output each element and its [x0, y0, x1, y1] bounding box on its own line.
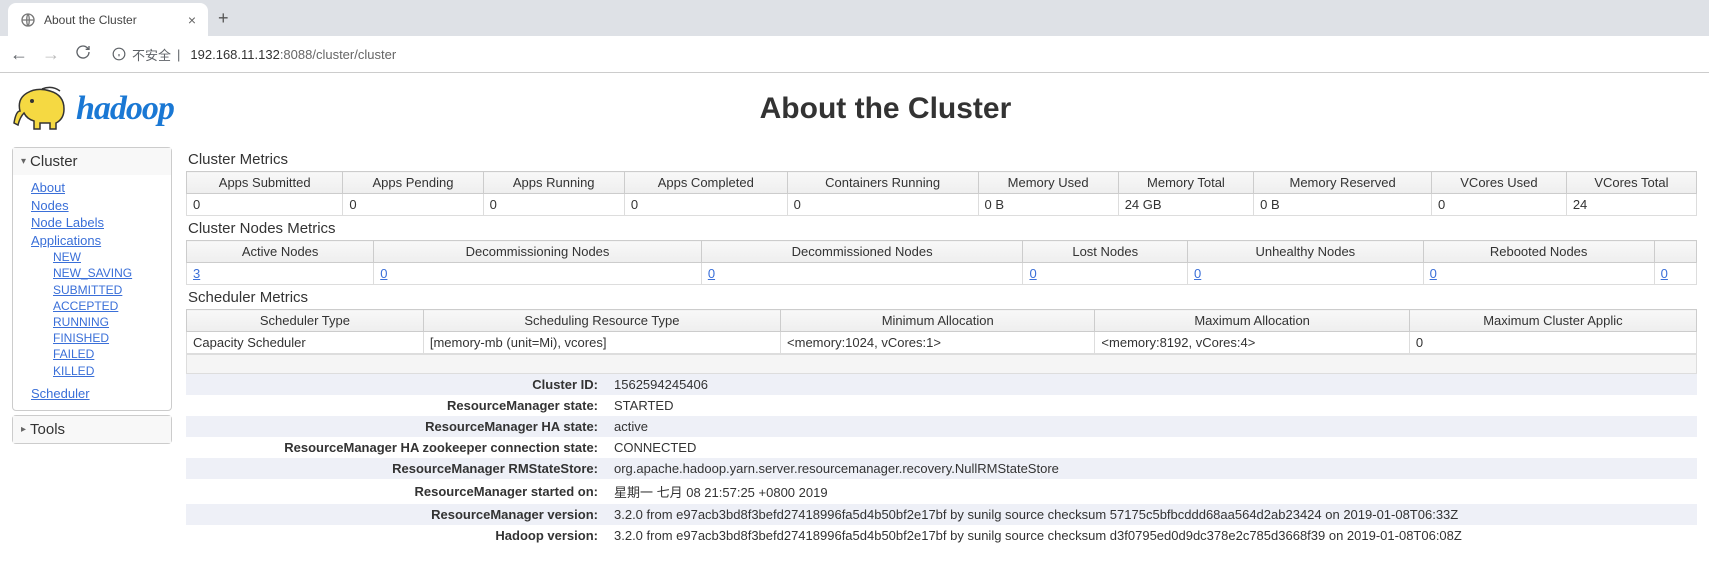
col-vcores-total[interactable]: VCores Total [1566, 172, 1696, 194]
col-vcores-used[interactable]: VCores Used [1432, 172, 1567, 194]
hadoop-logo[interactable]: hadoop [12, 81, 174, 137]
page-body: hadoop About the Cluster ▾ Cluster About… [0, 73, 1709, 554]
url-field[interactable]: 不安全 | 192.168.11.132:8088/cluster/cluste… [106, 45, 1699, 64]
col-rebooted-nodes[interactable]: Rebooted Nodes [1423, 241, 1654, 263]
table-row: 0 0 0 0 0 0 B 24 GB 0 B 0 24 [187, 194, 1697, 216]
sidebar-item-finished[interactable]: FINISHED [53, 330, 161, 346]
cluster-info-table: Cluster ID:1562594245406 ResourceManager… [186, 374, 1697, 546]
col-apps-completed[interactable]: Apps Completed [624, 172, 787, 194]
decommissioning-link[interactable]: 0 [380, 266, 387, 281]
rebooted-nodes-link[interactable]: 0 [1430, 266, 1437, 281]
sidebar-item-node-labels[interactable]: Node Labels [31, 214, 161, 232]
chevron-down-icon: ▾ [21, 156, 26, 167]
chevron-right-icon: ▸ [21, 424, 26, 435]
close-icon[interactable]: × [188, 12, 196, 28]
col-max-cluster-app[interactable]: Maximum Cluster Applic [1409, 310, 1696, 332]
browser-tab[interactable]: About the Cluster × [8, 3, 208, 37]
globe-icon [20, 12, 36, 28]
extra-link[interactable]: 0 [1661, 266, 1668, 281]
cluster-metrics-table: Apps Submitted Apps Pending Apps Running… [186, 171, 1697, 216]
sidebar-app-states: NEW NEW_SAVING SUBMITTED ACCEPTED RUNNIN… [31, 249, 161, 379]
sidebar-item-applications[interactable]: Applications [31, 232, 161, 250]
sidebar-item-scheduler[interactable]: Scheduler [31, 385, 161, 403]
url-text: 192.168.11.132:8088/cluster/cluster [190, 47, 396, 62]
info-row: ResourceManager started on:星期一 七月 08 21:… [186, 479, 1697, 504]
col-memory-total[interactable]: Memory Total [1118, 172, 1253, 194]
sidebar: ▾ Cluster About Nodes Node Labels Applic… [12, 147, 172, 546]
col-apps-running[interactable]: Apps Running [483, 172, 624, 194]
info-row: ResourceManager HA state:active [186, 416, 1697, 437]
page-header: hadoop About the Cluster [12, 81, 1697, 137]
sidebar-cluster-body: About Nodes Node Labels Applications NEW… [13, 175, 171, 410]
col-memory-reserved[interactable]: Memory Reserved [1254, 172, 1432, 194]
sidebar-cluster-header[interactable]: ▾ Cluster [13, 148, 171, 175]
unhealthy-nodes-link[interactable]: 0 [1194, 266, 1201, 281]
info-row: Hadoop version:3.2.0 from e97acb3bd8f3be… [186, 525, 1697, 546]
sidebar-cluster-section: ▾ Cluster About Nodes Node Labels Applic… [12, 147, 172, 411]
col-memory-used[interactable]: Memory Used [978, 172, 1118, 194]
forward-button[interactable]: → [42, 44, 60, 65]
col-active-nodes[interactable]: Active Nodes [187, 241, 374, 263]
col-extra[interactable] [1654, 241, 1696, 263]
main-area: Cluster Metrics Apps Submitted Apps Pend… [186, 147, 1697, 546]
sidebar-item-new[interactable]: NEW [53, 249, 161, 265]
address-bar: ← → 不安全 | 192.168.11.132:8088/cluster/cl… [0, 36, 1709, 72]
browser-chrome: About the Cluster × + ← → 不安全 | 192.168.… [0, 0, 1709, 73]
sidebar-tools-label: Tools [30, 421, 65, 438]
back-button[interactable]: ← [10, 44, 28, 65]
col-apps-submitted[interactable]: Apps Submitted [187, 172, 343, 194]
col-decommissioning-nodes[interactable]: Decommissioning Nodes [374, 241, 702, 263]
info-icon [112, 47, 126, 61]
col-min-alloc[interactable]: Minimum Allocation [781, 310, 1095, 332]
col-scheduler-type[interactable]: Scheduler Type [187, 310, 424, 332]
info-row: ResourceManager version:3.2.0 from e97ac… [186, 504, 1697, 525]
security-label: 不安全 [132, 45, 171, 64]
decommissioned-link[interactable]: 0 [708, 266, 715, 281]
col-unhealthy-nodes[interactable]: Unhealthy Nodes [1188, 241, 1424, 263]
nodes-metrics-title: Cluster Nodes Metrics [188, 220, 1697, 237]
security-indicator: 不安全 | [112, 45, 180, 64]
sidebar-item-killed[interactable]: KILLED [53, 363, 161, 379]
sidebar-item-accepted[interactable]: ACCEPTED [53, 298, 161, 314]
col-max-alloc[interactable]: Maximum Allocation [1095, 310, 1409, 332]
logo-text: hadoop [76, 90, 174, 128]
col-containers-running[interactable]: Containers Running [787, 172, 978, 194]
scheduler-metrics-title: Scheduler Metrics [188, 289, 1697, 306]
info-row: ResourceManager RMStateStore:org.apache.… [186, 458, 1697, 479]
info-row: ResourceManager state:STARTED [186, 395, 1697, 416]
elephant-icon [12, 81, 72, 137]
page-title: About the Cluster [174, 92, 1697, 126]
active-nodes-link[interactable]: 3 [193, 266, 200, 281]
table-row: Capacity Scheduler [memory-mb (unit=Mi),… [187, 332, 1697, 354]
col-lost-nodes[interactable]: Lost Nodes [1023, 241, 1188, 263]
tab-bar: About the Cluster × + [0, 0, 1709, 36]
lost-nodes-link[interactable]: 0 [1029, 266, 1036, 281]
sidebar-tools-section: ▸ Tools [12, 415, 172, 444]
col-apps-pending[interactable]: Apps Pending [343, 172, 483, 194]
info-row: Cluster ID:1562594245406 [186, 374, 1697, 395]
reload-button[interactable] [74, 44, 92, 65]
spacer [186, 354, 1697, 374]
sidebar-item-running[interactable]: RUNNING [53, 314, 161, 330]
tab-title: About the Cluster [44, 13, 180, 27]
col-decommissioned-nodes[interactable]: Decommissioned Nodes [701, 241, 1023, 263]
new-tab-button[interactable]: + [208, 8, 239, 29]
sidebar-item-failed[interactable]: FAILED [53, 346, 161, 362]
cluster-metrics-title: Cluster Metrics [188, 151, 1697, 168]
sidebar-item-nodes[interactable]: Nodes [31, 197, 161, 215]
sidebar-item-submitted[interactable]: SUBMITTED [53, 282, 161, 298]
col-resource-type[interactable]: Scheduling Resource Type [423, 310, 780, 332]
scheduler-metrics-table: Scheduler Type Scheduling Resource Type … [186, 309, 1697, 354]
content-row: ▾ Cluster About Nodes Node Labels Applic… [12, 147, 1697, 546]
sidebar-tools-header[interactable]: ▸ Tools [13, 416, 171, 443]
nodes-metrics-table: Active Nodes Decommissioning Nodes Decom… [186, 240, 1697, 285]
sidebar-item-about[interactable]: About [31, 179, 161, 197]
info-row: ResourceManager HA zookeeper connection … [186, 437, 1697, 458]
sidebar-item-new-saving[interactable]: NEW_SAVING [53, 265, 161, 281]
table-row: 3 0 0 0 0 0 0 [187, 263, 1697, 285]
sidebar-cluster-label: Cluster [30, 153, 78, 170]
